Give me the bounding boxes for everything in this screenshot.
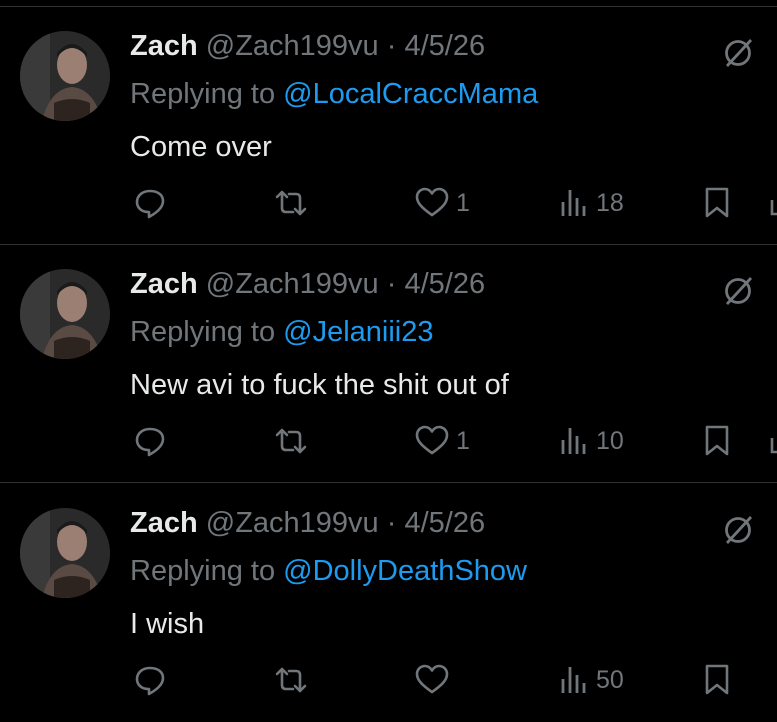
- author-handle[interactable]: @Zach199vu: [206, 268, 379, 300]
- tweet-text: Come over: [130, 131, 272, 163]
- replying-to-label: Replying to: [130, 316, 276, 348]
- author-name[interactable]: Zach: [130, 268, 198, 300]
- tweet-date[interactable]: 4/5/26: [404, 268, 485, 300]
- views-button[interactable]: 18: [560, 183, 624, 223]
- tweet-date[interactable]: 4/5/26: [404, 30, 485, 62]
- replying-to: Replying to @LocalCraccMama: [130, 77, 538, 111]
- author-name[interactable]: Zach: [130, 507, 198, 539]
- replying-to: Replying to @Jelaniii23: [130, 315, 434, 349]
- retweet-icon: [273, 663, 309, 697]
- tweet-actions: 1 18: [0, 183, 777, 223]
- separator-dot: ·: [386, 30, 397, 62]
- heart-icon: [414, 424, 450, 458]
- reply-bubble-icon: [133, 186, 167, 220]
- separator-dot: ·: [386, 507, 397, 539]
- retweet-button[interactable]: [273, 660, 309, 700]
- tweet[interactable]: Zach @Zach199vu · 4/5/26 Replying to @Lo…: [0, 7, 777, 245]
- reply-button[interactable]: [133, 421, 167, 461]
- tweet-header: Zach @Zach199vu · 4/5/26: [130, 267, 485, 301]
- author-handle[interactable]: @Zach199vu: [206, 30, 379, 62]
- like-button[interactable]: 1: [414, 421, 470, 461]
- block-circle-icon[interactable]: [720, 35, 756, 71]
- bookmark-icon: [702, 663, 732, 697]
- like-count: 1: [456, 426, 470, 455]
- block-circle-icon[interactable]: [720, 273, 756, 309]
- bookmark-button[interactable]: [702, 183, 732, 223]
- views-count: 10: [596, 426, 624, 455]
- retweet-button[interactable]: [273, 183, 309, 223]
- reply-bubble-icon: [133, 663, 167, 697]
- tweet-header: Zach @Zach199vu · 4/5/26: [130, 506, 485, 540]
- tweet-divider: [0, 482, 777, 483]
- tweet-actions: 50: [0, 660, 777, 700]
- reply-button[interactable]: [133, 183, 167, 223]
- reply-bubble-icon: [133, 424, 167, 458]
- bookmark-button[interactable]: [702, 421, 732, 461]
- bookmark-icon: [702, 424, 732, 458]
- reply-button[interactable]: [133, 660, 167, 700]
- views-count: 50: [596, 665, 624, 694]
- tweet-actions: 1 10: [0, 421, 777, 461]
- views-bar-icon: [560, 426, 590, 456]
- author-name[interactable]: Zach: [130, 30, 198, 62]
- tweet[interactable]: Zach @Zach199vu · 4/5/26 Replying to @Je…: [0, 245, 777, 483]
- avatar[interactable]: [20, 269, 110, 359]
- share-button[interactable]: [764, 183, 777, 223]
- views-count: 18: [596, 188, 624, 217]
- retweet-icon: [273, 424, 309, 458]
- tweet-text: New avi to fuck the shit out of: [130, 369, 509, 401]
- avatar[interactable]: [20, 508, 110, 598]
- retweet-button[interactable]: [273, 421, 309, 461]
- replying-to-mention[interactable]: @LocalCraccMama: [283, 78, 538, 110]
- replying-to-label: Replying to: [130, 78, 276, 110]
- views-button[interactable]: 50: [560, 660, 624, 700]
- block-circle-icon[interactable]: [720, 512, 756, 548]
- separator-dot: ·: [386, 268, 397, 300]
- tweet-header: Zach @Zach199vu · 4/5/26: [130, 29, 485, 63]
- retweet-icon: [273, 186, 309, 220]
- views-bar-icon: [560, 188, 590, 218]
- like-button[interactable]: 1: [414, 183, 470, 223]
- bookmark-icon: [702, 186, 732, 220]
- bookmark-button[interactable]: [702, 660, 732, 700]
- share-button[interactable]: [764, 421, 777, 461]
- replying-to-label: Replying to: [130, 555, 276, 587]
- heart-icon: [414, 663, 450, 697]
- like-count: 1: [456, 188, 470, 217]
- tweet-date[interactable]: 4/5/26: [404, 507, 485, 539]
- avatar[interactable]: [20, 31, 110, 121]
- views-bar-icon: [560, 665, 590, 695]
- views-button[interactable]: 10: [560, 421, 624, 461]
- heart-icon: [414, 186, 450, 220]
- tweet[interactable]: Zach @Zach199vu · 4/5/26 Replying to @Do…: [0, 484, 777, 722]
- replying-to-mention[interactable]: @DollyDeathShow: [283, 555, 527, 587]
- like-button[interactable]: [414, 660, 456, 700]
- share-icon: [764, 186, 777, 220]
- tweet-text: I wish: [130, 608, 205, 640]
- author-handle[interactable]: @Zach199vu: [206, 507, 379, 539]
- replying-to: Replying to @DollyDeathShow: [130, 554, 527, 588]
- replying-to-mention[interactable]: @Jelaniii23: [283, 316, 433, 348]
- share-icon: [764, 424, 777, 458]
